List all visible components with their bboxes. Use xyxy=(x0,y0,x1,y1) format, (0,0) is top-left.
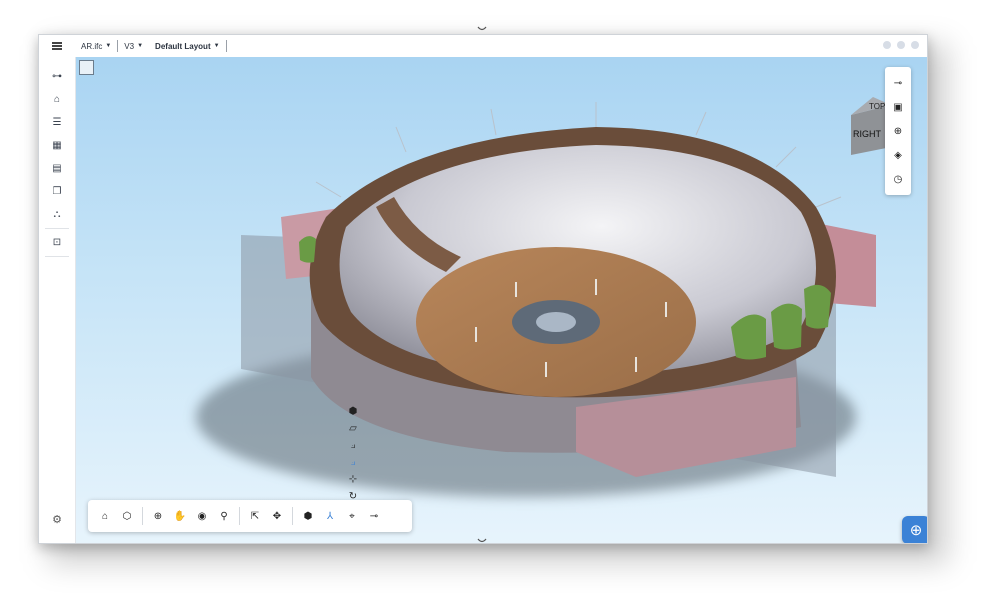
bottom-toolbar: ⌂ ⬡ ⊕ ✋ ◉ ⚲ ⇱ ✥ ⬢ ⅄ ⌖ ⊸ xyxy=(88,500,412,532)
documents-icon: ❐ xyxy=(52,186,62,197)
clip-box-icon[interactable]: ▣ xyxy=(893,102,902,113)
tree-icon: ⊶ xyxy=(52,71,62,82)
top-resize-handle[interactable] xyxy=(476,24,488,34)
navcube-right-label: RIGHT xyxy=(853,129,882,139)
version-label: V3 xyxy=(124,41,135,51)
timer-icon[interactable]: ◷ xyxy=(894,174,903,185)
building-icon: ⌂ xyxy=(53,94,61,105)
move-icon[interactable]: ✥ xyxy=(266,511,288,522)
left-sidebar: ⊶ ⌂ ☰ ▦ ▤ ❐ ⛬ ⊡ ⚙ xyxy=(39,57,76,543)
top-bar: AR.ifc ▼ V3 ▼ Default Layout ▼ xyxy=(39,35,927,58)
axis-icon[interactable]: ⅄ xyxy=(319,511,341,522)
section-axis-active-icon[interactable]: ⟓ xyxy=(351,456,356,470)
app-window: AR.ifc ▼ V3 ▼ Default Layout ▼ ⊶ ⌂ ☰ ▦ ▤ ❐ … xyxy=(38,34,928,544)
cube-icon[interactable]: ⬢ xyxy=(349,405,358,419)
chevron-down-icon: ▼ xyxy=(213,43,220,49)
section-axis-icon[interactable]: ⟓ xyxy=(351,439,356,453)
building-model[interactable] xyxy=(76,57,927,543)
sheets-button[interactable]: ▤ xyxy=(39,157,75,180)
model-tree-button[interactable]: ⊶ xyxy=(39,65,75,88)
list-button[interactable]: ☰ xyxy=(39,111,75,134)
sidebar-divider xyxy=(45,228,69,229)
plane-rotate-icon[interactable]: ⊹ xyxy=(349,473,357,487)
sidebar-divider xyxy=(45,256,69,257)
right-toolbar: ⊸ ▣ ⊕ ◈ ◷ xyxy=(885,67,911,195)
issues-button[interactable]: ⊡ xyxy=(39,231,75,254)
zoom-icon[interactable]: ⊕ xyxy=(147,511,169,522)
lifebuoy-icon: ⊕ xyxy=(909,522,923,539)
model-icon[interactable]: ⊕ xyxy=(894,126,902,137)
list-icon: ☰ xyxy=(52,117,62,128)
explode-icon[interactable]: ⬢ xyxy=(297,511,319,522)
hamburger-menu-icon[interactable] xyxy=(39,35,75,57)
layout-label: Default Layout xyxy=(155,41,211,51)
table-button[interactable]: ▦ xyxy=(39,134,75,157)
file-name: AR.ifc xyxy=(81,41,103,51)
cube-view-icon[interactable]: ⬡ xyxy=(116,511,138,522)
window-controls xyxy=(883,41,919,49)
measure-icon[interactable]: ⊸ xyxy=(894,78,902,89)
hierarchy-button[interactable]: ⛬ xyxy=(39,203,75,226)
section-plane-icon[interactable]: ◈ xyxy=(894,150,902,161)
camera-icon[interactable]: ◉ xyxy=(191,511,213,522)
vertical-toolbar: ⬢ ▱ ⟓ ⟓ ⊹ ↻ xyxy=(342,405,364,504)
select-icon[interactable]: ⇱ xyxy=(244,511,266,522)
bottom-resize-handle[interactable] xyxy=(477,538,487,544)
help-button[interactable]: ⊕ xyxy=(902,516,927,543)
3d-viewport[interactable]: TOP RIGHT ⊸ ▣ ⊕ ◈ ◷ ⬢ ▱ ⟓ ⟓ ⊹ ↻ ⌂ ⬡ ⊕ ✋ … xyxy=(76,57,927,543)
box-outline-icon[interactable]: ▱ xyxy=(349,422,357,436)
issue-icon: ⊡ xyxy=(52,237,62,248)
window-dot-minimize[interactable] xyxy=(883,41,891,49)
building-button[interactable]: ⌂ xyxy=(39,88,75,111)
file-selector[interactable]: AR.ifc ▼ xyxy=(75,39,117,53)
pin-icon[interactable]: ⚲ xyxy=(213,511,235,522)
version-selector[interactable]: V3 ▼ xyxy=(118,39,149,53)
divider xyxy=(225,40,227,52)
chevron-down-icon: ▼ xyxy=(105,43,112,49)
measure-icon[interactable]: ⊸ xyxy=(363,511,385,522)
chevron-down-icon: ▼ xyxy=(137,43,144,49)
section-toggle-button[interactable] xyxy=(79,60,94,75)
sheets-icon: ▤ xyxy=(52,163,62,174)
toolbar-divider xyxy=(292,507,293,525)
pan-hand-icon[interactable]: ✋ xyxy=(169,511,191,522)
navcube-top-label: TOP xyxy=(869,102,885,111)
table-icon: ▦ xyxy=(52,140,62,151)
settings-button[interactable]: ⚙ xyxy=(39,509,75,529)
window-dot-maximize[interactable] xyxy=(897,41,905,49)
toolbar-divider xyxy=(142,507,143,525)
toolbar-divider xyxy=(239,507,240,525)
hierarchy-icon: ⛬ xyxy=(53,209,61,220)
clip-icon[interactable]: ⌖ xyxy=(341,511,363,522)
gear-icon: ⚙ xyxy=(52,513,62,526)
layout-selector[interactable]: Default Layout ▼ xyxy=(149,39,226,53)
home-icon[interactable]: ⌂ xyxy=(94,511,116,522)
window-dot-close[interactable] xyxy=(911,41,919,49)
documents-button[interactable]: ❐ xyxy=(39,180,75,203)
